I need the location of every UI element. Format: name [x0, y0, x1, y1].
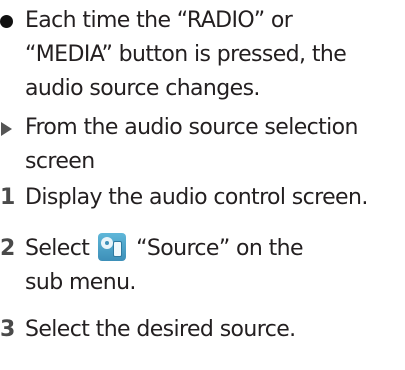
step-text: Display the audio control screen. — [25, 185, 368, 210]
bullet-dot-icon — [0, 15, 13, 28]
step-text: Select the desired source. — [25, 317, 296, 342]
step-number: 1 — [0, 185, 15, 210]
step-text: Select “Source” on the sub menu. — [25, 232, 325, 300]
step-text-before: Select — [25, 236, 90, 261]
document-page: Each time the “RADIO” or “MEDIA” button … — [0, 0, 405, 370]
step-number: 2 — [0, 236, 15, 261]
section-heading-text: From the audio source selection screen — [25, 115, 358, 174]
portable-device-icon — [112, 241, 122, 257]
bullet-text: Each time the “RADIO” or “MEDIA” button … — [25, 8, 347, 101]
disc-icon — [100, 237, 113, 249]
triangle-right-icon — [1, 122, 12, 136]
source-icon — [97, 233, 126, 261]
step-number: 3 — [0, 317, 15, 342]
